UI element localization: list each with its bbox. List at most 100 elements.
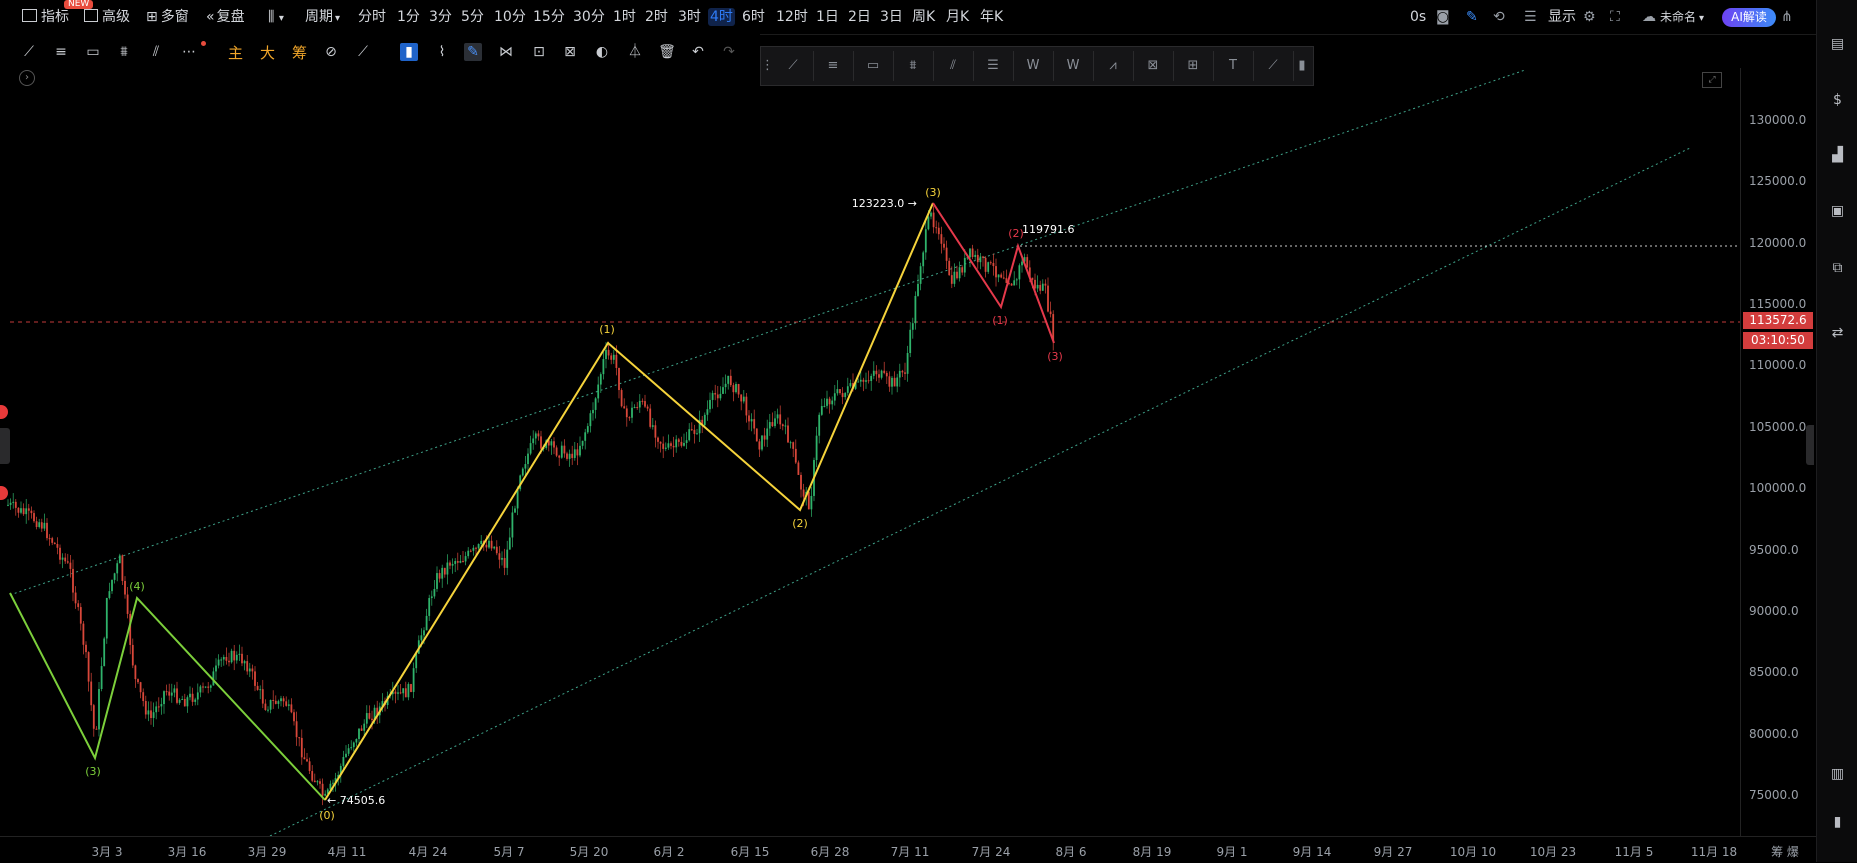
fib-icon[interactable]: ⩩	[115, 43, 133, 61]
candle-body	[204, 686, 207, 688]
camera-icon[interactable]: ◙	[1436, 8, 1450, 26]
expand-icon[interactable]: ›	[19, 70, 35, 86]
exchange-icon[interactable]: ⇄	[1829, 325, 1846, 342]
timeframe-item[interactable]: 30分	[573, 8, 605, 26]
large-order-button[interactable]: 大	[260, 42, 275, 63]
monitor-icon[interactable]: ▣	[1829, 203, 1846, 220]
candle-body	[217, 659, 220, 666]
redo-icon[interactable]: ↷	[720, 43, 738, 61]
panel-icon[interactable]: ▥	[1829, 766, 1846, 783]
candle-body	[163, 691, 165, 705]
timeframe-item-active[interactable]: 4时	[708, 8, 735, 26]
edit-icon[interactable]: ⊠	[561, 43, 579, 61]
candle-body	[794, 448, 797, 463]
candle-body	[844, 392, 847, 398]
timeframe-item[interactable]: 分时	[358, 8, 386, 26]
timeframe-item[interactable]: 2时	[645, 8, 668, 26]
calc-icon[interactable]: ⊘	[322, 43, 340, 61]
volume-icon[interactable]: ▮	[1829, 814, 1846, 831]
layers-icon[interactable]: ⧉	[1829, 260, 1846, 277]
price-chart[interactable]: (3)(4)(0)(1)(2)(3)(1)(2)(3)123223.0 →← 7…	[0, 68, 1740, 836]
time-axis[interactable]: 3月 3 3月 16 3月 29 4月 11 4月 24 5月 7 5月 20 …	[0, 836, 1816, 863]
chip-distribution-button[interactable]: 筹	[292, 42, 307, 63]
brush-icon[interactable]: ⟋	[354, 43, 372, 61]
timeframe-item[interactable]: 月K	[946, 8, 969, 26]
list-icon[interactable]: ☰	[1524, 8, 1537, 26]
candle-body	[423, 630, 425, 636]
timeframe-item[interactable]: 周K	[912, 8, 935, 26]
timeframe-item[interactable]: 5分	[461, 8, 484, 26]
redo-icon[interactable]: ⟲	[1493, 8, 1505, 26]
timeframe-item[interactable]: 3日	[880, 8, 903, 26]
bar-chart-icon[interactable]: ▟	[1829, 147, 1846, 164]
more-icon[interactable]: ⋯	[180, 43, 198, 61]
advanced-button[interactable]: 高级	[84, 8, 130, 26]
trash-icon[interactable]: 🗑	[658, 43, 676, 61]
fullscreen-icon[interactable]: ⛶	[1610, 8, 1620, 26]
lock-icon[interactable]: ⊡	[530, 43, 548, 61]
indicator-button[interactable]: 指标	[22, 8, 69, 26]
timeframe-item[interactable]: 2日	[848, 8, 871, 26]
horizontal-lines-icon[interactable]: ≡	[52, 43, 70, 61]
filter-icon[interactable]: ⏃	[626, 43, 644, 61]
candle-body	[732, 385, 735, 393]
line-tool-icon[interactable]: ⟋	[20, 43, 38, 61]
candle-body	[355, 738, 358, 743]
ai-interpret-button[interactable]: AI解读	[1722, 8, 1776, 27]
x-tick: 6月 28	[810, 845, 850, 859]
candle-body	[477, 544, 480, 549]
timeframe-item[interactable]: 15分	[533, 8, 565, 26]
timeframe-item[interactable]: 1分	[397, 8, 420, 26]
left-panel-toggle[interactable]	[0, 428, 10, 464]
timeframe-item[interactable]: 1时	[613, 8, 636, 26]
candle-body	[433, 588, 436, 597]
layout-name-dropdown[interactable]: 未命名 ▾	[1660, 8, 1704, 26]
rectangle-icon[interactable]: ▭	[84, 43, 102, 61]
candle-body	[144, 701, 147, 715]
price-axis[interactable]: 130000.0 125000.0 120000.0 115000.0 1100…	[1740, 68, 1817, 836]
bookmark-icon[interactable]: ▮	[400, 43, 418, 61]
candle-body	[917, 283, 919, 296]
wave-label-3: (3)	[925, 186, 941, 199]
candle-body	[189, 693, 191, 698]
candle-body	[750, 419, 753, 422]
magnet-icon[interactable]: ⋈	[497, 43, 515, 61]
candle-body	[763, 435, 766, 440]
timeframe-item[interactable]: 12时	[776, 8, 808, 26]
candle-body	[581, 440, 584, 446]
main-indicator-button[interactable]: 主	[228, 42, 243, 63]
candle-body	[1000, 274, 1003, 278]
maximize-icon[interactable]: ⤢	[1702, 72, 1722, 88]
gear-icon[interactable]: ⚙	[1583, 8, 1596, 26]
wave-label-1: (1)	[599, 323, 615, 336]
timeframe-item[interactable]: 6时	[742, 8, 765, 26]
timeframe-item[interactable]: 3分	[429, 8, 452, 26]
undo-icon[interactable]: ↶	[689, 43, 707, 61]
document-icon[interactable]: ▤	[1829, 36, 1846, 53]
ruler-icon[interactable]: ⌇	[433, 43, 451, 61]
candle-body	[727, 375, 730, 384]
chart-type-dropdown[interactable]: ⫼ ▾	[268, 8, 284, 26]
pen-icon[interactable]: ✎	[464, 43, 482, 61]
multi-window-button[interactable]: ⊞ 多窗	[146, 8, 189, 26]
candle-body	[1031, 277, 1034, 280]
candle-body	[293, 712, 295, 722]
timeframe-item[interactable]: 1日	[816, 8, 839, 26]
timeframe-item[interactable]: 3时	[678, 8, 701, 26]
display-button[interactable]: 显示	[1548, 8, 1576, 26]
candle-body	[672, 445, 675, 448]
candle-body	[1047, 285, 1049, 312]
share-icon[interactable]: ⋔	[1781, 8, 1793, 26]
pencil-icon[interactable]: ✎	[1466, 8, 1478, 26]
period-dropdown[interactable]: 周期 ▾	[305, 8, 340, 26]
dollar-icon[interactable]: $	[1829, 92, 1846, 109]
replay-button[interactable]: «复盘	[206, 8, 245, 26]
timeframe-item[interactable]: 年K	[980, 8, 1003, 26]
channel-icon[interactable]: ⫽	[147, 43, 165, 61]
cloud-icon[interactable]: ☁	[1642, 8, 1656, 26]
timeframe-item[interactable]: 10分	[494, 8, 526, 26]
candle-body	[631, 407, 633, 418]
candle-body	[472, 547, 475, 551]
eye-icon[interactable]: ◐	[593, 43, 611, 61]
candle-body	[776, 414, 779, 419]
